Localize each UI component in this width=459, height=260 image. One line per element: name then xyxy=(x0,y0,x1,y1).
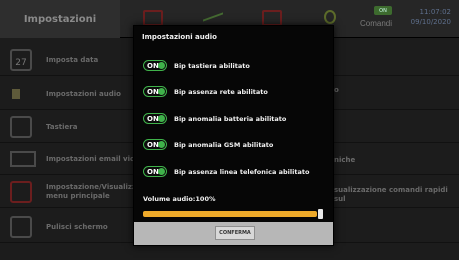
toggle-on-label: ON xyxy=(147,141,159,149)
option-bip-anomalia-batteria[interactable]: ON Bip anomalia batteria abilitato xyxy=(143,112,286,125)
menu-item-label: Pulisci schermo xyxy=(46,222,108,231)
menu-item-label: Tastiera xyxy=(46,122,78,131)
menu-item-label: Impostazione/Visualizza menu principale xyxy=(46,176,141,208)
toggle-switch[interactable]: ON xyxy=(143,86,167,97)
option-bip-assenza-rete[interactable]: ON Bip assenza rete abilitato xyxy=(143,85,268,98)
menu-item-label-line1: Impostazione/Visualizza xyxy=(46,183,141,191)
option-label: Bip tastiera abilitato xyxy=(174,61,250,70)
toggle-knob xyxy=(158,141,165,148)
clock-date: 09/10/2020 xyxy=(410,18,451,26)
dialog-footer: CONFERMA xyxy=(134,222,333,245)
option-label: Bip anomalia GSM abilitato xyxy=(174,140,274,149)
right-menu-text[interactable]: o xyxy=(334,86,339,95)
toggle-knob xyxy=(158,88,165,95)
option-bip-assenza-linea[interactable]: ON Bip assenza linea telefonica abilitat… xyxy=(143,165,309,178)
volume-label: Volume audio:100% xyxy=(143,194,216,203)
bulb-icon[interactable] xyxy=(324,10,336,24)
toggle-knob xyxy=(158,168,165,175)
clock: 11:07:02 09/10/2020 xyxy=(411,7,451,27)
page-title: Impostazioni xyxy=(0,0,120,38)
audio-settings-dialog: Impostazioni audio ON Bip tastiera abili… xyxy=(133,25,334,246)
toggle-switch[interactable]: ON xyxy=(143,113,167,124)
option-label: Bip assenza linea telefonica abilitato xyxy=(174,167,310,176)
menu-item-label-line2: menu principale xyxy=(46,192,110,200)
mail-icon xyxy=(10,151,36,167)
toggle-switch[interactable]: ON xyxy=(143,139,167,150)
toggle-on-label: ON xyxy=(147,88,159,96)
toggle-on-label: ON xyxy=(147,115,159,123)
comandi-toggle-badge[interactable]: ON xyxy=(374,6,392,15)
option-bip-tastiera[interactable]: ON Bip tastiera abilitato xyxy=(143,59,250,72)
menu-item-label: Imposta data xyxy=(46,55,99,64)
toggle-knob xyxy=(158,62,165,69)
arrow-icon[interactable] xyxy=(203,6,223,22)
keypad-icon xyxy=(10,116,32,138)
volume-label-row: Volume audio:100% xyxy=(143,192,215,205)
toggle-switch[interactable]: ON xyxy=(143,60,167,71)
home-icon xyxy=(10,181,32,203)
volume-slider-track[interactable] xyxy=(143,211,317,217)
toggle-switch[interactable]: ON xyxy=(143,166,167,177)
menu-item-label: Impostazioni email video xyxy=(46,154,145,163)
clock-time: 11:07:02 xyxy=(419,8,451,16)
option-label: Bip assenza rete abilitato xyxy=(174,87,268,96)
option-bip-anomalia-gsm[interactable]: ON Bip anomalia GSM abilitato xyxy=(143,138,273,151)
option-label: Bip anomalia batteria abilitato xyxy=(174,114,287,123)
house-icon[interactable] xyxy=(262,10,282,26)
toggle-on-label: ON xyxy=(147,168,159,176)
menu-item-label: Impostazioni audio xyxy=(46,89,121,98)
calendar-icon: 27 xyxy=(10,49,32,71)
screen-icon xyxy=(10,216,32,238)
speaker-icon xyxy=(10,83,32,105)
comandi-label[interactable]: Comandi xyxy=(360,19,392,28)
volume-slider[interactable] xyxy=(143,209,325,219)
right-menu-text[interactable]: niche xyxy=(334,156,355,165)
toggle-on-label: ON xyxy=(147,62,159,70)
toggle-knob xyxy=(158,115,165,122)
right-menu-text[interactable]: sualizzazione comandi rapidi sul xyxy=(334,186,459,204)
home-arm-icon[interactable] xyxy=(143,10,163,26)
volume-slider-thumb[interactable] xyxy=(318,209,323,219)
confirm-button[interactable]: CONFERMA xyxy=(215,226,255,240)
dialog-title: Impostazioni audio xyxy=(142,33,217,41)
